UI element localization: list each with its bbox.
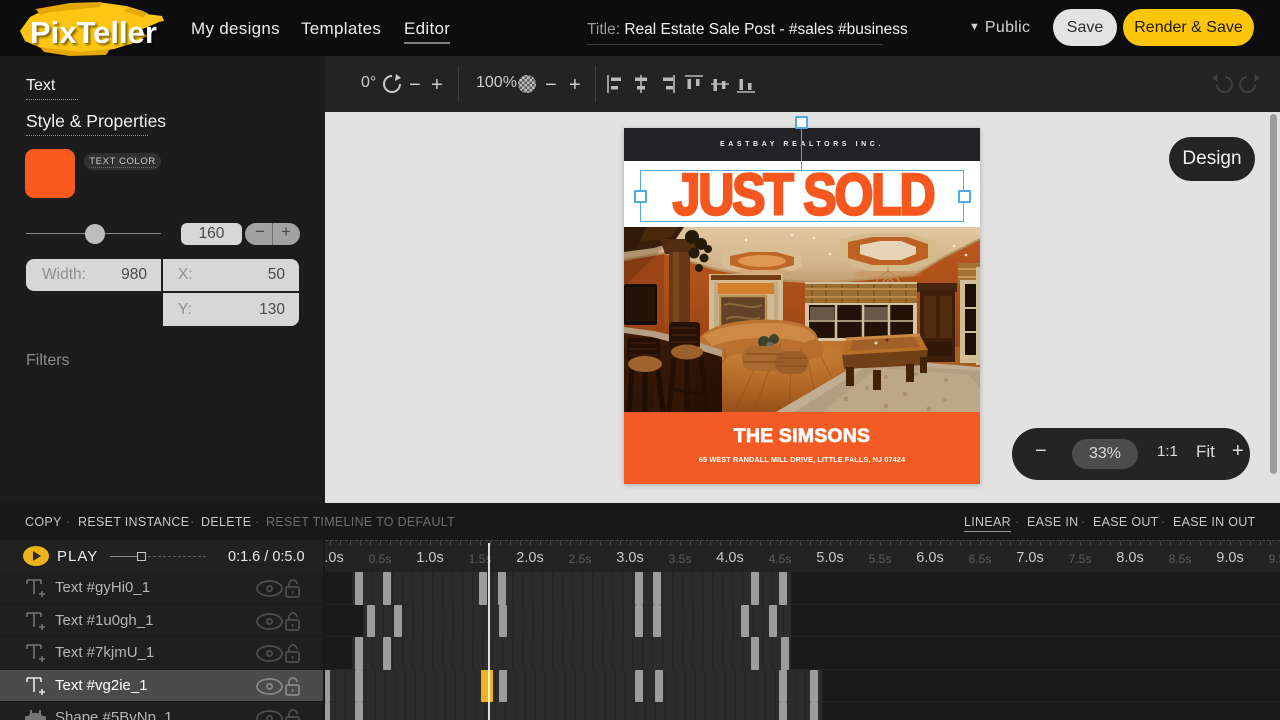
svg-text:PixTeller: PixTeller: [30, 15, 157, 50]
